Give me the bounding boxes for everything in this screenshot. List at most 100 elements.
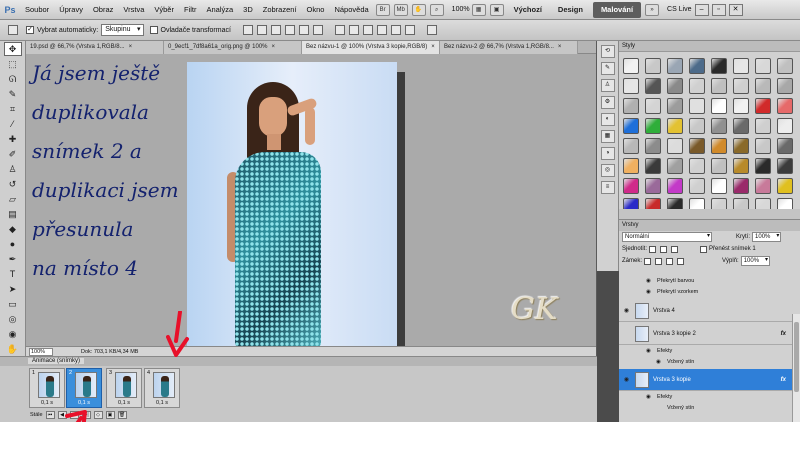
- scroll-thumb[interactable]: [794, 322, 799, 392]
- distribute-middle-icon[interactable]: [348, 25, 359, 35]
- lasso-tool-icon[interactable]: ᘏ: [4, 72, 22, 86]
- style-swatch[interactable]: [623, 78, 639, 94]
- style-swatch[interactable]: [733, 158, 749, 174]
- type-tool-icon[interactable]: T: [4, 267, 22, 281]
- style-swatch[interactable]: [777, 58, 793, 74]
- auto-select-checkbox[interactable]: ✓: [26, 26, 34, 34]
- move-tool-preset-icon[interactable]: [8, 25, 18, 35]
- style-swatch[interactable]: [623, 118, 639, 134]
- style-swatch[interactable]: [645, 118, 661, 134]
- visibility-eye-icon[interactable]: ◉: [646, 287, 651, 298]
- style-swatch[interactable]: [733, 58, 749, 74]
- visibility-eye-icon[interactable]: ◉: [656, 357, 661, 368]
- dodge-tool-icon[interactable]: ●: [4, 237, 22, 251]
- close-tab-icon[interactable]: ×: [558, 44, 562, 50]
- style-swatch[interactable]: [689, 118, 705, 134]
- doc-size-info[interactable]: Dok: 703,1 KB/4,34 MB: [81, 349, 138, 355]
- effects-group-row[interactable]: ◉ Efekty: [619, 346, 792, 357]
- blend-mode-dropdown[interactable]: Normální: [622, 232, 712, 242]
- frame-delay[interactable]: 0,1 s: [145, 400, 179, 406]
- style-swatch[interactable]: [689, 138, 705, 154]
- style-swatch[interactable]: [711, 58, 727, 74]
- effect-row[interactable]: ◉ Překrytí vzorkem: [619, 287, 792, 298]
- pen-tool-icon[interactable]: ✒: [4, 252, 22, 266]
- effect-row[interactable]: ◉ Vržený stín: [619, 357, 792, 368]
- tab-bez-nazvu-1[interactable]: Bez názvu-1 @ 100% (Vrstva 3 kopie,RGB/8…: [302, 41, 440, 54]
- hand-icon[interactable]: ✋: [411, 3, 426, 16]
- style-swatch[interactable]: [667, 178, 683, 194]
- propagate-frame-checkbox[interactable]: [700, 245, 708, 253]
- align-center-icon[interactable]: [298, 25, 309, 35]
- marquee-tool-icon[interactable]: ⬚: [4, 57, 22, 71]
- menu-napoveda[interactable]: Nápověda: [329, 0, 373, 20]
- loop-select[interactable]: Stále: [30, 412, 43, 418]
- distribute-center-icon[interactable]: [390, 25, 401, 35]
- style-swatch[interactable]: [623, 98, 639, 114]
- minibridge-icon[interactable]: Mb: [393, 3, 408, 16]
- style-swatch[interactable]: [755, 158, 771, 174]
- canvas-area[interactable]: Já jsem ještě duplikovala snímek 2 a dup…: [26, 54, 596, 346]
- opacity-field[interactable]: 100%: [752, 232, 782, 242]
- style-swatch[interactable]: [645, 78, 661, 94]
- tween-icon[interactable]: ◇: [93, 411, 103, 419]
- style-swatch[interactable]: [645, 98, 661, 114]
- menu-okno[interactable]: Okno: [302, 0, 330, 20]
- tab-orig-png[interactable]: 0_9ecf1_7df8a61a_orig.png @ 100% ×: [164, 41, 302, 54]
- unify-position-checkbox[interactable]: [649, 245, 657, 253]
- workspace-vychozi[interactable]: Výchozí: [506, 0, 550, 20]
- lock-transparency-icon[interactable]: [644, 257, 652, 265]
- visibility-eye-icon[interactable]: ◉: [646, 392, 651, 403]
- minimize-icon[interactable]: –: [694, 3, 709, 16]
- delete-frame-icon[interactable]: 🗑: [117, 411, 127, 419]
- workspace-design[interactable]: Design: [550, 0, 591, 20]
- frame-delay[interactable]: 0,1 s: [107, 400, 141, 406]
- style-swatch[interactable]: [777, 138, 793, 154]
- animation-frame-2[interactable]: 2 0,1 s: [66, 368, 102, 408]
- align-left-icon[interactable]: [284, 25, 295, 35]
- style-swatch[interactable]: [711, 178, 727, 194]
- distribute-top-icon[interactable]: [334, 25, 345, 35]
- color-panel-icon[interactable]: ◐: [600, 113, 615, 126]
- adjustments-panel-icon[interactable]: ◑: [600, 147, 615, 160]
- close-tab-icon[interactable]: ×: [129, 44, 133, 50]
- first-frame-icon[interactable]: ⏮: [45, 411, 55, 419]
- style-swatch[interactable]: [777, 158, 793, 174]
- style-swatch[interactable]: [733, 78, 749, 94]
- align-bottom-icon[interactable]: [270, 25, 281, 35]
- layer-row-vrstva-4[interactable]: ◉ Vrstva 4: [619, 300, 792, 322]
- tab-19-psd[interactable]: 19.psd @ 66,7% (Vrstva 1,RGB/8... ×: [26, 41, 164, 54]
- effect-row[interactable]: ◉ Překrytí barvou: [619, 276, 792, 287]
- style-swatch[interactable]: [689, 78, 705, 94]
- tool-presets-icon[interactable]: ⚙: [600, 96, 615, 109]
- fx-icon[interactable]: fx: [781, 323, 786, 345]
- eyedropper-tool-icon[interactable]: ⁄: [4, 117, 22, 131]
- visibility-eye-icon[interactable]: ◉: [622, 300, 631, 322]
- frame-delay[interactable]: 0,1 s: [30, 400, 64, 406]
- zoom-icon[interactable]: ⌕: [429, 3, 444, 16]
- distribute-right-icon[interactable]: [404, 25, 415, 35]
- style-swatch[interactable]: [667, 138, 683, 154]
- style-swatch[interactable]: [755, 98, 771, 114]
- distribute-left-icon[interactable]: [376, 25, 387, 35]
- close-tab-icon[interactable]: ×: [431, 44, 435, 50]
- workspace-malovani[interactable]: Malování: [592, 1, 642, 18]
- clone-source-icon[interactable]: ♙: [600, 79, 615, 92]
- tab-bez-nazvu-2[interactable]: Bez názvu-2 @ 66,7% (Vrstva 1,RGB/8... ×: [440, 41, 578, 54]
- align-middle-icon[interactable]: [256, 25, 267, 35]
- auto-align-icon[interactable]: [426, 25, 437, 35]
- animation-frame-4[interactable]: 4 0,1 s: [144, 368, 180, 408]
- style-swatch[interactable]: [711, 98, 727, 114]
- auto-select-dropdown[interactable]: Skupinu: [101, 24, 144, 36]
- shape-tool-icon[interactable]: ▭: [4, 297, 22, 311]
- style-swatch[interactable]: [711, 158, 727, 174]
- restore-icon[interactable]: ▫: [711, 3, 726, 16]
- visibility-eye-icon[interactable]: ◉: [646, 276, 651, 287]
- frame-delay[interactable]: 0,1 s: [67, 400, 101, 406]
- style-swatch[interactable]: [711, 138, 727, 154]
- close-tab-icon[interactable]: ×: [272, 44, 276, 50]
- layers-scrollbar[interactable]: [792, 314, 800, 422]
- cs-live-button[interactable]: CS Live: [667, 6, 692, 13]
- effect-row[interactable]: Vržený stín: [619, 403, 792, 414]
- brush-panel-icon[interactable]: ✎: [600, 62, 615, 75]
- layer-row-vrstva-3-kopie-2[interactable]: Vrstva 3 kopie 2 fx: [619, 323, 792, 345]
